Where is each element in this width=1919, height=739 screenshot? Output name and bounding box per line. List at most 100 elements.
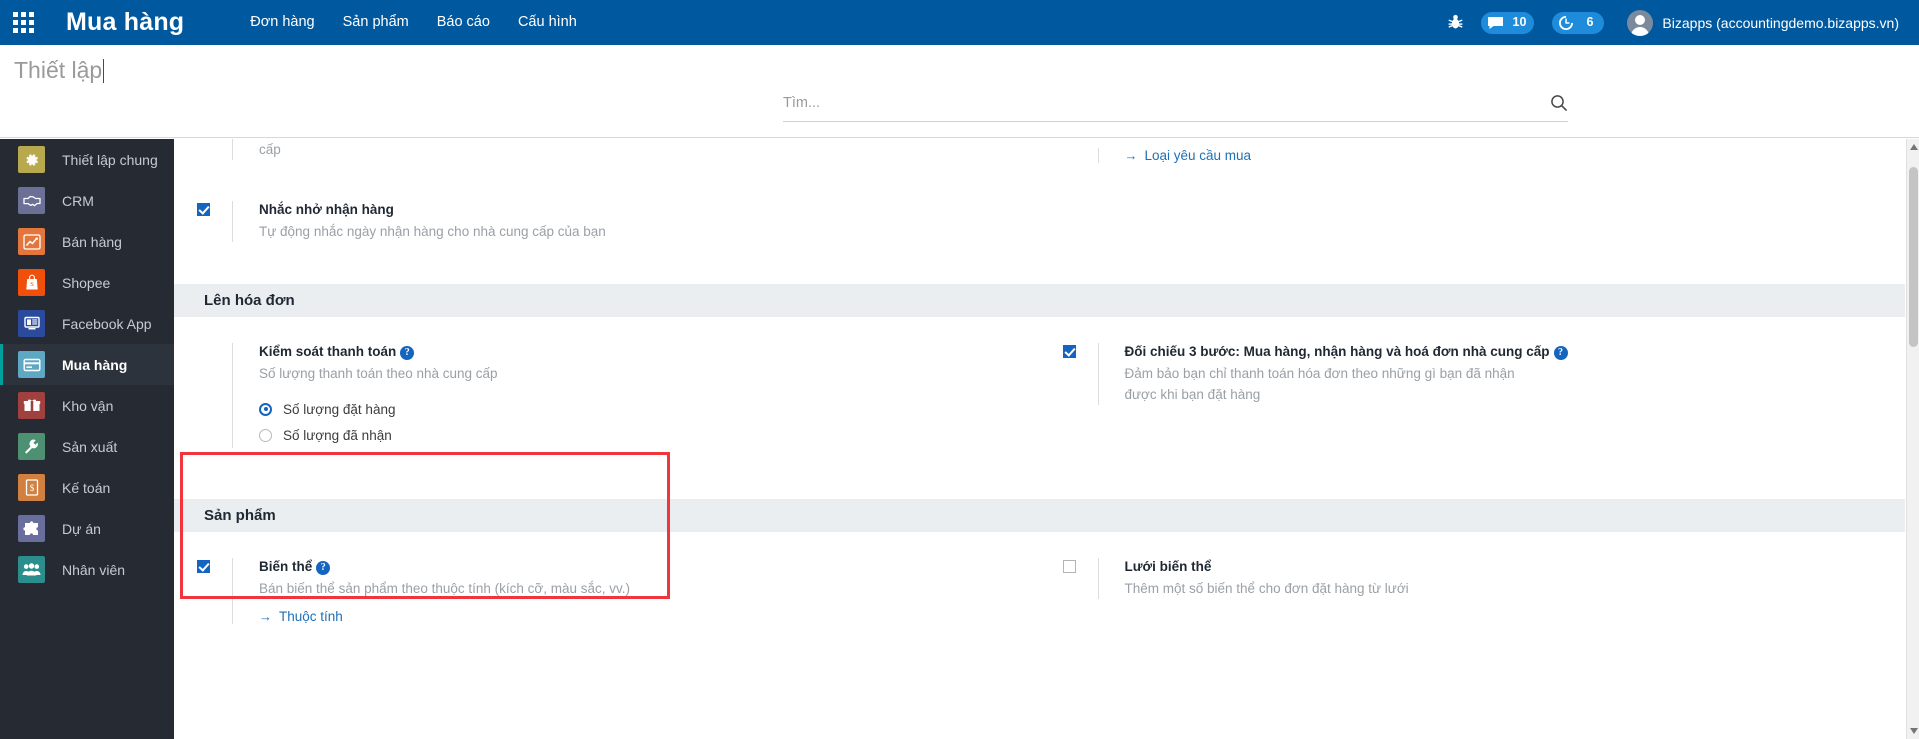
sidebar-label: Mua hàng xyxy=(62,356,128,373)
sidebar-item-inventory[interactable]: Kho vận xyxy=(0,385,174,426)
receipt-reminder-checkbox[interactable] xyxy=(197,203,210,216)
setting-title: Đối chiếu 3 bước: Mua hàng, nhận hàng và… xyxy=(1125,343,1886,360)
setting-title-text: Kiểm soát thanh toán xyxy=(259,344,397,359)
search-input[interactable] xyxy=(783,92,1503,114)
sidebar-item-project[interactable]: Dự án xyxy=(0,508,174,549)
activity-count-badge: 6 xyxy=(1586,15,1594,29)
user-menu-button[interactable]: Bizapps (accountingdemo.bizapps.vn) xyxy=(1613,0,1905,45)
link-attributes[interactable]: → Thuộc tính xyxy=(259,609,1020,624)
settings-row-partial: cấp → Loại yêu cầu mua xyxy=(174,139,1905,201)
user-name-label: Bizapps (accountingdemo.bizapps.vn) xyxy=(1662,14,1899,31)
sidebar-item-facebook-app[interactable]: Facebook App xyxy=(0,303,174,344)
three-way-checkbox-wrap[interactable] xyxy=(1062,345,1076,363)
sidebar-item-shopee[interactable]: S Shopee xyxy=(0,262,174,303)
search-button[interactable] xyxy=(1550,94,1568,117)
chat-pill[interactable]: 10 xyxy=(1480,11,1535,34)
svg-text:$: $ xyxy=(29,483,34,493)
sidebar-item-employees[interactable]: Nhân viên xyxy=(0,549,174,590)
app-brand-title[interactable]: Mua hàng xyxy=(66,8,184,37)
arrow-right-icon: → xyxy=(259,609,272,624)
settings-column-left: cấp xyxy=(174,139,1040,201)
setting-title: Lưới biến thể xyxy=(1124,559,1212,574)
radio-label: Số lượng đã nhận xyxy=(283,427,392,443)
sidebar-item-sales[interactable]: Bán hàng xyxy=(0,221,174,262)
bill-control-radio-group: Số lượng đặt hàng Số lượng đã nhận xyxy=(259,396,1020,448)
menu-item-orders[interactable]: Đơn hàng xyxy=(236,0,328,45)
sidebar-item-crm[interactable]: CRM xyxy=(0,180,174,221)
menu-item-reports[interactable]: Báo cáo xyxy=(423,0,504,45)
control-panel: Thiết lập LƯU HUỶ BỎ xyxy=(0,45,1919,169)
scrollbar-thumb[interactable] xyxy=(1909,167,1918,347)
menu-item-products[interactable]: Sản phẩm xyxy=(329,0,423,45)
menu-item-configuration[interactable]: Cấu hình xyxy=(504,0,591,45)
setting-title: Nhắc nhở nhận hàng xyxy=(259,202,394,217)
radio-option-ordered-qty[interactable]: Số lượng đặt hàng xyxy=(259,396,1020,422)
variant-grid-checkbox-wrap[interactable] xyxy=(1062,560,1076,578)
monitor-icon xyxy=(18,310,45,337)
chat-bubble-icon xyxy=(1487,16,1503,29)
radio-received-qty[interactable] xyxy=(259,428,272,442)
help-icon[interactable]: ? xyxy=(400,346,415,360)
settings-column-right: Đối chiếu 3 bước: Mua hàng, nhận hàng và… xyxy=(1040,343,1906,472)
sidebar-item-manufacturing[interactable]: Sản xuất xyxy=(0,426,174,467)
setting-desc: cấp xyxy=(259,142,281,157)
sidebar-label: Kế toán xyxy=(62,479,111,496)
sidebar-label: Dự án xyxy=(62,520,101,537)
settings-sheet: cấp → Loại yêu cầu mua Nhắc nhở nhận hàn… xyxy=(174,139,1905,652)
sidebar-label: Facebook App xyxy=(62,315,152,332)
sidebar-label: Bán hàng xyxy=(62,233,122,250)
arrow-right-icon: → xyxy=(1124,148,1138,163)
vertical-scrollbar[interactable] xyxy=(1906,139,1919,739)
scroll-down-arrow-icon[interactable] xyxy=(1910,728,1918,734)
page-title: Thiết lập xyxy=(14,57,103,83)
scroll-up-arrow-icon[interactable] xyxy=(1910,144,1918,150)
setting-desc: Số lượng thanh toán theo nhà cung cấp xyxy=(259,366,498,381)
debug-bug-button[interactable] xyxy=(1439,0,1472,45)
invoice-icon: $ xyxy=(18,474,45,501)
shopping-bag-icon: S xyxy=(18,269,45,296)
receipt-reminder-checkbox-wrap[interactable] xyxy=(197,203,210,221)
puzzle-icon xyxy=(18,515,45,542)
settings-row-products: Biến thể? Bán biến thể sản phẩm theo thu… xyxy=(174,532,1905,652)
clock-activity-icon xyxy=(1559,15,1574,30)
activity-pill[interactable]: 6 xyxy=(1552,11,1605,34)
sidebar-item-general-settings[interactable]: Thiết lập chung xyxy=(0,139,174,180)
link-purchase-request-type[interactable]: → Loại yêu cầu mua xyxy=(1125,148,1886,163)
setting-receipt-reminder: Nhắc nhở nhận hàng Tự động nhắc ngày nhậ… xyxy=(197,201,1020,242)
setting-title-text: Đối chiếu 3 bước: Mua hàng, nhận hàng và… xyxy=(1124,344,1550,359)
help-icon[interactable]: ? xyxy=(316,561,331,575)
sidebar-item-accounting[interactable]: $ Kế toán xyxy=(0,467,174,508)
activity-button[interactable]: 6 xyxy=(1543,0,1613,45)
setting-variants: Biến thể? Bán biến thể sản phẩm theo thu… xyxy=(197,558,1020,624)
section-header-invoicing: Lên hóa đơn xyxy=(174,284,1905,317)
variants-checkbox-wrap[interactable] xyxy=(197,560,210,578)
three-way-checkbox[interactable] xyxy=(1062,345,1076,358)
radio-ordered-qty[interactable] xyxy=(259,402,272,416)
link-label: Loại yêu cầu mua xyxy=(1144,148,1252,163)
main-menu: Đơn hàng Sản phẩm Báo cáo Cấu hình xyxy=(236,0,591,45)
radio-option-received-qty[interactable]: Số lượng đã nhận xyxy=(259,422,1020,448)
search-icon xyxy=(1551,95,1568,112)
sidebar-label: Sản xuất xyxy=(62,438,118,455)
messaging-button[interactable]: 10 xyxy=(1472,0,1544,45)
setting-bill-control: Kiểm soát thanh toán? Số lượng thanh toá… xyxy=(232,343,1020,448)
setting-variant-grid: Lưới biến thể Thêm một số biến thể cho đ… xyxy=(1062,558,1886,599)
sidebar-label: CRM xyxy=(62,192,94,209)
link-label: Thuộc tính xyxy=(279,609,343,624)
people-icon xyxy=(18,556,45,583)
apps-menu-button[interactable] xyxy=(0,0,46,45)
setting-purchase-request-type: → Loại yêu cầu mua xyxy=(1097,148,1886,163)
user-avatar-icon xyxy=(1627,9,1654,36)
settings-sidebar: Thiết lập chung CRM Bán hàng S Shopee Fa… xyxy=(0,139,174,739)
sidebar-item-purchase[interactable]: Mua hàng xyxy=(0,344,174,385)
variant-grid-checkbox[interactable] xyxy=(1062,560,1076,573)
breadcrumb: Thiết lập xyxy=(14,57,105,84)
sidebar-label: Shopee xyxy=(62,274,111,291)
sidebar-label: Kho vận xyxy=(62,397,114,414)
variants-checkbox[interactable] xyxy=(197,560,210,573)
bug-icon xyxy=(1447,14,1463,29)
radio-label: Số lượng đặt hàng xyxy=(283,401,396,417)
sidebar-label: Thiết lập chung xyxy=(62,151,158,168)
help-icon[interactable]: ? xyxy=(1553,346,1568,360)
settings-row-reminder: Nhắc nhở nhận hàng Tự động nhắc ngày nhậ… xyxy=(174,201,1905,284)
